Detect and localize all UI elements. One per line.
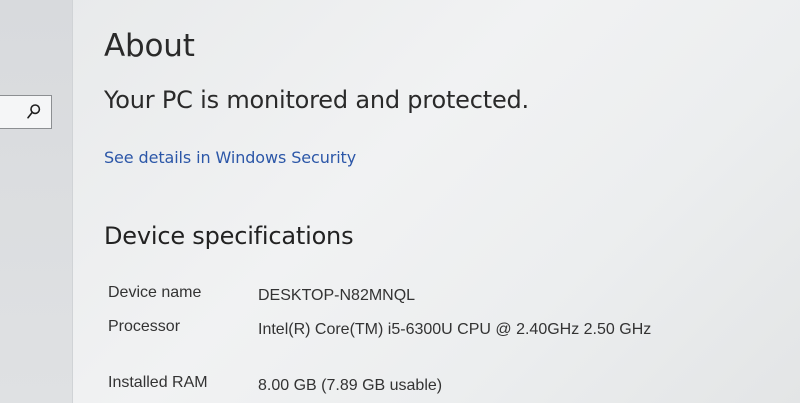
search-icon[interactable] xyxy=(26,103,42,121)
device-name-label: Device name xyxy=(108,284,202,301)
device-specifications-heading: Device specifications xyxy=(104,222,354,250)
processor-label: Processor xyxy=(108,318,181,335)
device-name-value: DESKTOP-N82MNQL xyxy=(258,287,416,304)
windows-security-link[interactable]: See details in Windows Security xyxy=(104,148,356,167)
page-title: About xyxy=(104,28,195,64)
processor-value: Intel(R) Core(TM) i5-6300U CPU @ 2.40GHz… xyxy=(258,321,652,338)
settings-sidebar xyxy=(0,0,73,403)
protection-status: Your PC is monitored and protected. xyxy=(104,86,529,114)
installed-ram-label: Installed RAM xyxy=(108,374,208,391)
settings-search-box[interactable] xyxy=(0,95,52,129)
installed-ram-value: 8.00 GB (7.89 GB usable) xyxy=(258,377,443,394)
about-page: About Your PC is monitored and protected… xyxy=(104,0,784,403)
